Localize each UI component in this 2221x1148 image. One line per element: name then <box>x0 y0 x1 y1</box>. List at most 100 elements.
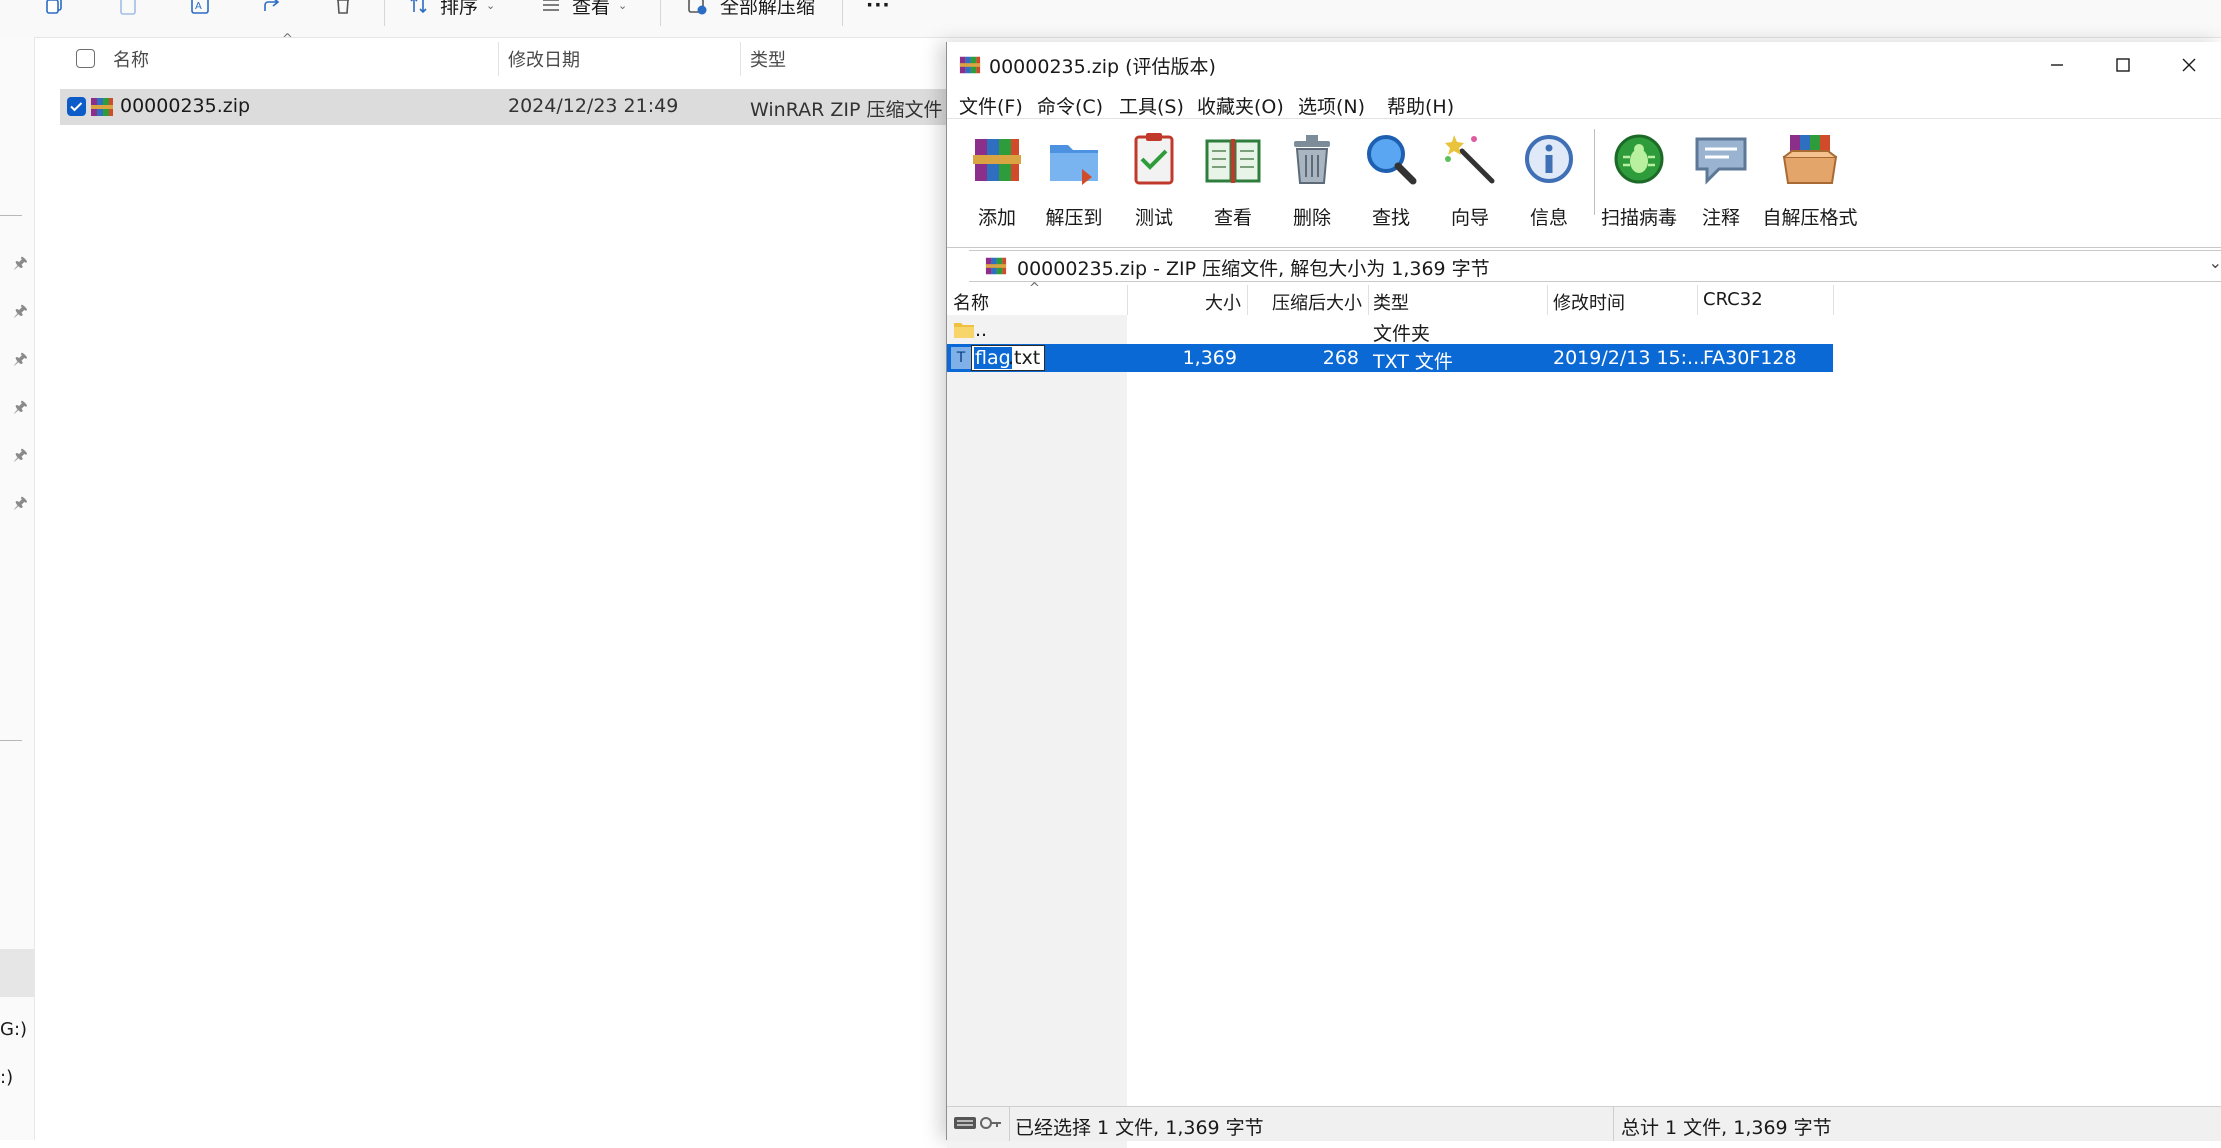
copy-icon[interactable] <box>44 0 66 20</box>
menu-help[interactable]: 帮助(H) <box>1387 92 1454 119</box>
column-divider[interactable] <box>1247 285 1248 315</box>
maximize-button[interactable] <box>2090 42 2156 88</box>
delete-trash-icon <box>1294 135 1330 184</box>
more-options-button[interactable]: ··· <box>866 0 891 20</box>
svg-text:A: A <box>195 1 202 12</box>
column-divider[interactable] <box>1547 285 1548 315</box>
chevron-down-icon: ⌄ <box>486 0 496 12</box>
test-icon <box>1134 133 1174 185</box>
toolbar-divider <box>842 0 843 26</box>
column-header-name[interactable]: 名称 <box>953 289 989 315</box>
nav-selected-item[interactable] <box>0 949 34 997</box>
column-header-modified[interactable]: 修改时间 <box>1553 289 1625 315</box>
row-packed-size: 268 <box>1322 347 1359 369</box>
row-checkbox-checked[interactable] <box>67 97 86 116</box>
column-divider[interactable] <box>1127 285 1128 315</box>
column-divider[interactable] <box>1833 285 1834 315</box>
sort-button[interactable]: 排序 ⌄ <box>408 0 495 20</box>
row-size: 1,369 <box>1182 347 1237 369</box>
nav-divider <box>0 740 22 741</box>
delete-icon[interactable] <box>332 0 354 20</box>
minimize-icon <box>2051 64 2063 66</box>
column-divider[interactable] <box>1697 285 1698 315</box>
extract-all-button[interactable]: 全部解压缩 <box>686 0 815 20</box>
sort-ascending-icon: ^ <box>282 32 293 47</box>
archive-file-list: 名称 ^ 大小 压缩后大小 类型 修改时间 CRC32 .. 文件夹 T fla… <box>947 281 2221 1148</box>
comment-button[interactable]: 注释 <box>1681 125 1761 243</box>
keyboard-icon <box>953 1115 977 1131</box>
list-row-parent-folder[interactable]: .. 文件夹 <box>947 316 1833 345</box>
close-icon <box>2182 58 2196 72</box>
extract-all-label: 全部解压缩 <box>720 0 816 18</box>
pin-icon[interactable]: 🖈 <box>13 399 28 415</box>
row-modified: 2019/2/13 15:... <box>1553 347 1706 369</box>
wizard-wand-icon <box>1445 135 1495 184</box>
winrar-archive-icon <box>985 255 1007 277</box>
pin-icon[interactable]: 🖈 <box>13 303 28 319</box>
nav-drive[interactable]: :) <box>0 1067 13 1088</box>
sort-icon <box>410 0 427 14</box>
status-selection: 已经选择 1 文件, 1,369 字节 <box>1015 1117 1264 1139</box>
select-all-checkbox[interactable] <box>76 49 95 68</box>
column-header-name[interactable]: 名称 <box>113 46 149 72</box>
status-bar: 已经选择 1 文件, 1,369 字节 总计 1 文件, 1,369 字节 <box>947 1106 2221 1141</box>
chevron-down-icon: ⌄ <box>618 0 628 12</box>
pin-icon[interactable]: 🖈 <box>13 495 28 511</box>
explorer-toolbar: A 排序 ⌄ 查看 ⌄ 全部解压缩 ··· <box>0 0 2221 38</box>
column-divider[interactable] <box>498 42 499 76</box>
share-icon[interactable] <box>261 0 283 20</box>
virus-scan-icon <box>1614 134 1664 184</box>
menu-options[interactable]: 选项(N) <box>1298 92 1365 119</box>
column-header-packed[interactable]: 压缩后大小 <box>1272 289 1362 315</box>
folder-icon <box>953 321 975 339</box>
sort-label: 排序 <box>440 0 479 18</box>
add-archive-icon <box>973 139 1021 181</box>
menu-tools[interactable]: 工具(S) <box>1119 92 1184 119</box>
view-book-icon <box>1205 139 1261 183</box>
column-divider[interactable] <box>740 42 741 76</box>
column-header-type[interactable]: 类型 <box>750 46 786 72</box>
window-title: 00000235.zip (评估版本) <box>989 56 1216 78</box>
close-button[interactable] <box>2156 42 2221 88</box>
nav-drive-g[interactable]: G:) <box>0 1019 27 1040</box>
file-row[interactable]: 00000235.zip 2024/12/23 21:49 WinRAR ZIP… <box>60 89 948 125</box>
column-header-size[interactable]: 大小 <box>1205 289 1241 315</box>
row-crc: FA30F128 <box>1703 347 1797 369</box>
title-bar[interactable]: 00000235.zip (评估版本) <box>947 42 2221 88</box>
file-modified: 2024/12/23 21:49 <box>508 95 679 117</box>
pin-icon[interactable]: 🖈 <box>13 255 28 271</box>
extract-all-icon <box>688 0 707 15</box>
column-divider[interactable] <box>1368 285 1369 315</box>
menu-favorites[interactable]: 收藏夹(O) <box>1197 92 1284 119</box>
winrar-toolbar: 添加 解压到 测试 查看 删除 查找 向导 信息 扫描病毒 注释 自解压格式 <box>947 118 2221 248</box>
pin-icon[interactable]: 🖈 <box>13 447 28 463</box>
minimize-button[interactable] <box>2024 42 2090 88</box>
info-icon <box>1525 135 1573 183</box>
sfx-label: 自解压格式 <box>1762 207 1858 229</box>
rename-input[interactable]: flag .txt <box>971 345 1045 371</box>
nav-divider <box>0 215 22 216</box>
info-button[interactable]: 信息 <box>1509 125 1589 243</box>
pin-icon[interactable]: 🖈 <box>13 351 28 367</box>
name-column-background <box>947 315 1127 1148</box>
column-header-type[interactable]: 类型 <box>1373 289 1409 315</box>
rename-selected-text: flag <box>974 347 1012 369</box>
chevron-down-icon[interactable]: ⌄ <box>2209 253 2221 272</box>
view-label: 查看 <box>572 0 611 18</box>
view-button[interactable]: 查看 ⌄ <box>540 0 627 20</box>
navigation-pane: 🖈 🖈 🖈 🖈 🖈 🖈 G:) :) <box>0 37 35 1140</box>
paste-icon[interactable] <box>117 0 139 20</box>
menu-commands[interactable]: 命令(C) <box>1037 92 1103 119</box>
address-bar[interactable]: 00000235.zip - ZIP 压缩文件, 解包大小为 1,369 字节 … <box>969 250 2221 282</box>
winrar-window: 00000235.zip (评估版本) 文件(F) 命令(C) 工具(S) 收藏… <box>946 42 2221 1148</box>
sfx-button[interactable]: 自解压格式 <box>1762 125 1858 243</box>
menu-file[interactable]: 文件(F) <box>959 92 1023 119</box>
rename-icon[interactable]: A <box>189 0 211 20</box>
winrar-app-icon <box>959 54 981 76</box>
column-header-crc[interactable]: CRC32 <box>1703 289 1763 310</box>
find-magnifier-icon <box>1367 135 1417 185</box>
column-header-modified[interactable]: 修改日期 <box>508 46 580 72</box>
status-divider <box>1009 1107 1010 1141</box>
list-row-selected[interactable]: T flag .txt 1,369 268 TXT 文件 2019/2/13 1… <box>947 344 1833 373</box>
key-lock-icon <box>979 1115 1003 1131</box>
